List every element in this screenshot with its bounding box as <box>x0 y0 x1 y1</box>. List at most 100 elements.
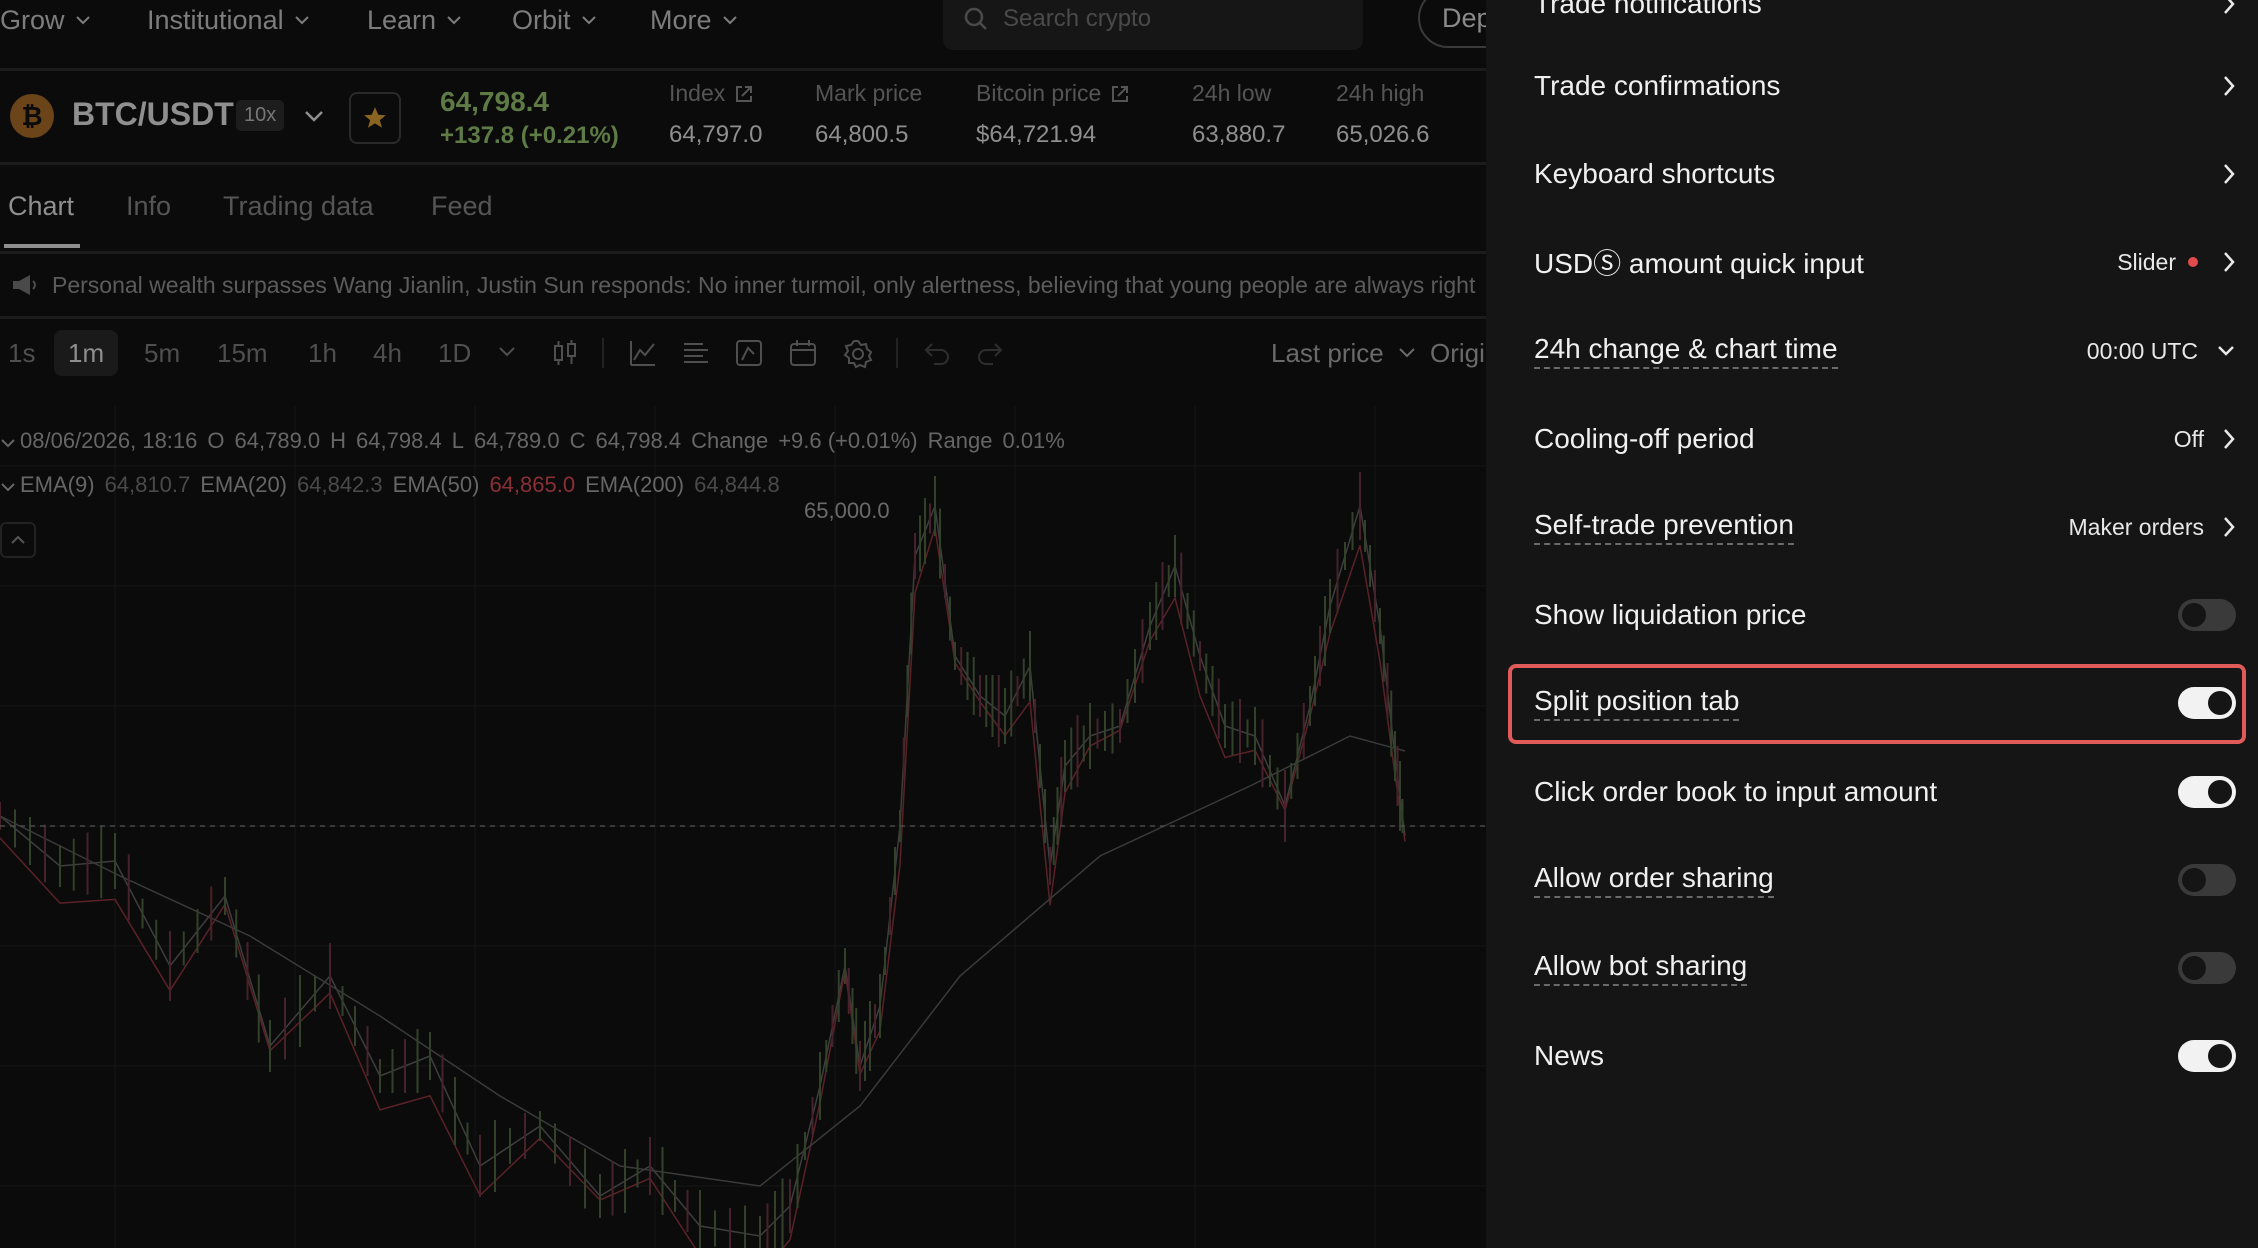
view-original-button[interactable]: Original <box>1430 330 1486 376</box>
chevron-down-icon[interactable] <box>498 346 516 358</box>
settings-row-self-trade-prevention[interactable]: Self-trade prevention Maker orders <box>1534 497 2236 557</box>
timeframe-1d[interactable]: 1D <box>438 330 471 376</box>
chevron-down-icon <box>75 16 90 25</box>
settings-row-24h-change-chart-time[interactable]: 24h change & chart time 00:00 UTC <box>1534 321 2236 381</box>
settings-control: Maker orders <box>2069 514 2236 541</box>
status-dot <box>2188 257 2198 267</box>
price-marker-label: 65,000.0 <box>804 498 890 523</box>
settings-label: Trade confirmations <box>1534 70 1781 101</box>
last-price: 64,798.4 <box>440 86 549 117</box>
indicators-icon[interactable] <box>628 338 658 368</box>
timeframe-4h[interactable]: 4h <box>373 330 402 376</box>
ohlc-legend: 08/06/2026, 18:16 O 64,789.0 H 64,798.4 L 64,7… <box>0 428 1075 454</box>
timeframe-5m[interactable]: 5m <box>144 330 180 376</box>
toggle-switch[interactable] <box>2178 864 2236 896</box>
settings-control <box>2178 599 2236 631</box>
timeframe-1s[interactable]: 1s <box>8 330 35 376</box>
search-placeholder: Search crypto <box>1003 5 1152 32</box>
external-link-icon[interactable] <box>1109 83 1131 105</box>
settings-control <box>2178 776 2236 808</box>
stat-index: Index 64,797.0 <box>669 80 763 148</box>
tab-trading-data[interactable]: Trading data <box>223 191 374 222</box>
chevron-down-icon[interactable] <box>0 482 16 492</box>
active-tab-indicator <box>4 244 80 248</box>
settings-value: 00:00 UTC <box>2086 337 2198 364</box>
toolbar-divider <box>896 338 898 368</box>
news-ticker[interactable]: Personal wealth surpasses Wang Jianlin, … <box>0 254 1486 319</box>
settings-control: Off <box>2174 426 2236 453</box>
settings-label: Click order book to input amount <box>1534 776 1938 807</box>
stat-bitcoin-price: Bitcoin price $64,721.94 <box>976 80 1131 149</box>
price-chart[interactable] <box>0 406 1486 1248</box>
toolbar-divider <box>602 338 604 368</box>
toggle-switch[interactable] <box>2178 599 2236 631</box>
settings-control <box>2204 162 2236 186</box>
settings-label: News <box>1534 1040 1605 1071</box>
external-link-icon[interactable] <box>733 83 755 105</box>
settings-value: Slider <box>2117 248 2176 275</box>
news-text: Personal wealth surpasses Wang Jianlin, … <box>52 271 1476 298</box>
nav-learn[interactable]: Learn <box>367 0 462 40</box>
nav-more[interactable]: More <box>650 0 738 40</box>
undo-icon[interactable] <box>922 338 952 368</box>
settings-label: Allow order sharing <box>1534 862 1774 898</box>
nav-institutional[interactable]: Institutional <box>147 0 310 40</box>
toggle-switch[interactable] <box>2178 1040 2236 1072</box>
settings-gear-icon[interactable] <box>842 338 874 370</box>
settings-row-allow-bot-sharing[interactable]: Allow bot sharing <box>1534 938 2236 998</box>
settings-row-click-order-book-to-input-amount[interactable]: Click order book to input amount <box>1534 762 2236 822</box>
deposit-button[interactable]: Dep <box>1418 0 1486 48</box>
redo-icon[interactable] <box>975 338 1005 368</box>
settings-row-usd-amount-quick-input[interactable]: USDⓈ amount quick input Slider <box>1534 232 2236 292</box>
timeframe-15m[interactable]: 15m <box>217 330 268 376</box>
timeframe-1h[interactable]: 1h <box>308 330 337 376</box>
tab-chart[interactable]: Chart <box>8 191 74 222</box>
collapse-legend-button[interactable] <box>0 522 36 558</box>
timeframe-1m[interactable]: 1m <box>54 330 119 376</box>
search-icon <box>964 7 987 30</box>
settings-row-keyboard-shortcuts[interactable]: Keyboard shortcuts <box>1534 144 2236 204</box>
price-change: +137.8 (+0.21%) <box>440 122 619 149</box>
megaphone-icon <box>13 275 36 295</box>
favorite-button[interactable] <box>349 92 401 144</box>
chart-toolbar: 1s 1m 5m 15m 1h 4h 1D Last price Origina… <box>0 330 1486 392</box>
settings-control: 00:00 UTC <box>2087 338 2236 365</box>
settings-row-show-liquidation-price[interactable]: Show liquidation price <box>1534 585 2236 645</box>
settings-label: Cooling-off period <box>1534 423 1755 454</box>
drawing-tools-icon[interactable] <box>734 338 764 368</box>
settings-row-cooling-off-period[interactable]: Cooling-off period Off <box>1534 409 2236 469</box>
pair-name[interactable]: BTC/USDT <box>72 96 234 133</box>
chevron-down-icon <box>294 16 309 25</box>
price-type-select[interactable]: Last price <box>1271 330 1416 376</box>
toggle-knob <box>2182 868 2206 892</box>
toggle-knob <box>2208 1044 2232 1068</box>
toggle-knob <box>2182 956 2206 980</box>
settings-control <box>2178 952 2236 984</box>
candlestick-icon[interactable] <box>550 338 580 368</box>
preferences-panel: Trade notifications Trade confirmations K… <box>1486 0 2258 1248</box>
settings-row-allow-order-sharing[interactable]: Allow order sharing <box>1534 850 2236 910</box>
nav-grow[interactable]: Grow <box>0 0 91 40</box>
chevron-down-icon[interactable] <box>304 110 324 122</box>
top-nav: Grow Institutional Learn Orbit More Sear… <box>0 0 1486 71</box>
toggle-knob <box>2208 780 2232 804</box>
chevron-right-icon <box>2224 517 2235 537</box>
toggle-switch[interactable] <box>2178 776 2236 808</box>
toggle-switch[interactable] <box>2178 952 2236 984</box>
leverage-badge: 10x <box>236 100 285 131</box>
settings-row-trade-notifications[interactable]: Trade notifications <box>1534 0 2236 34</box>
chevron-down-icon[interactable] <box>0 438 16 448</box>
settings-row-news[interactable]: News <box>1534 1026 2236 1086</box>
settings-control: Slider <box>2117 249 2236 276</box>
settings-value: Off <box>2173 425 2204 452</box>
search-input[interactable]: Search crypto <box>943 0 1363 50</box>
settings-row-trade-confirmations[interactable]: Trade confirmations <box>1534 56 2236 116</box>
nav-orbit[interactable]: Orbit <box>512 0 597 40</box>
bitcoin-icon: ₿ <box>10 94 54 138</box>
tab-info[interactable]: Info <box>126 191 171 222</box>
list-icon[interactable] <box>681 338 711 368</box>
star-icon <box>364 107 386 128</box>
tab-feed[interactable]: Feed <box>431 191 493 222</box>
settings-label: Show liquidation price <box>1534 599 1807 630</box>
calendar-icon[interactable] <box>788 338 818 368</box>
